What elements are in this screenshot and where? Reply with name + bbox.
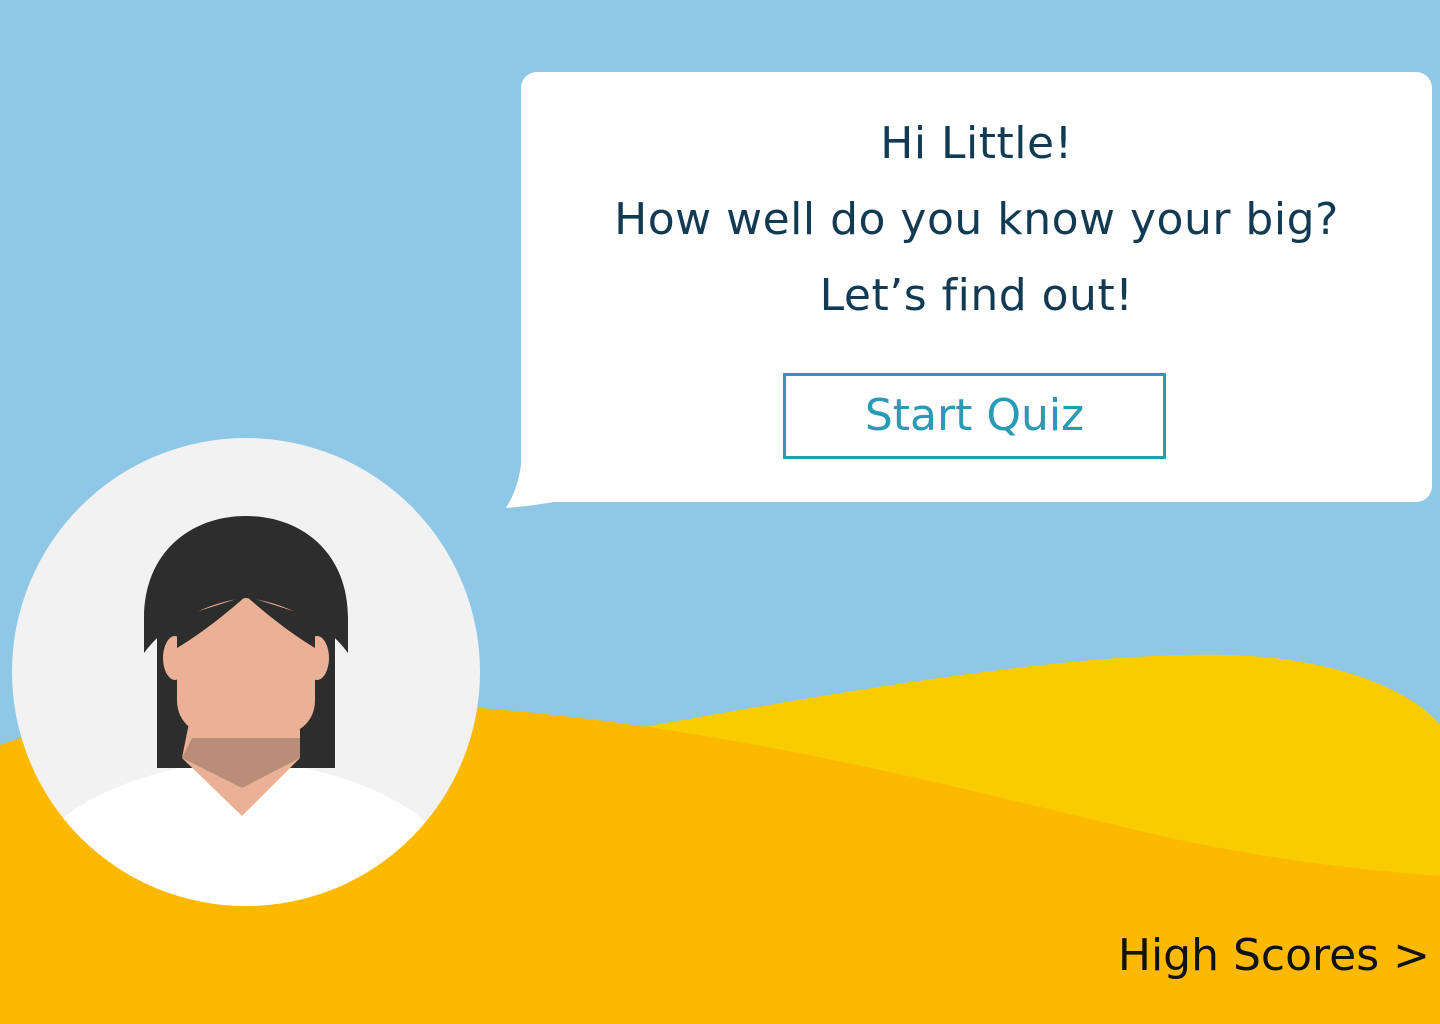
greeting-line-3: Let’s find out! [819,270,1134,321]
greeting-line-1: Hi Little! [880,118,1073,169]
person-avatar-icon [12,438,480,906]
greeting-line-2: How well do you know your big? [614,194,1339,245]
start-quiz-button[interactable]: Start Quiz [783,373,1166,459]
speech-bubble: Hi Little! How well do you know your big… [521,72,1432,502]
high-scores-link[interactable]: High Scores > [1118,928,1430,984]
